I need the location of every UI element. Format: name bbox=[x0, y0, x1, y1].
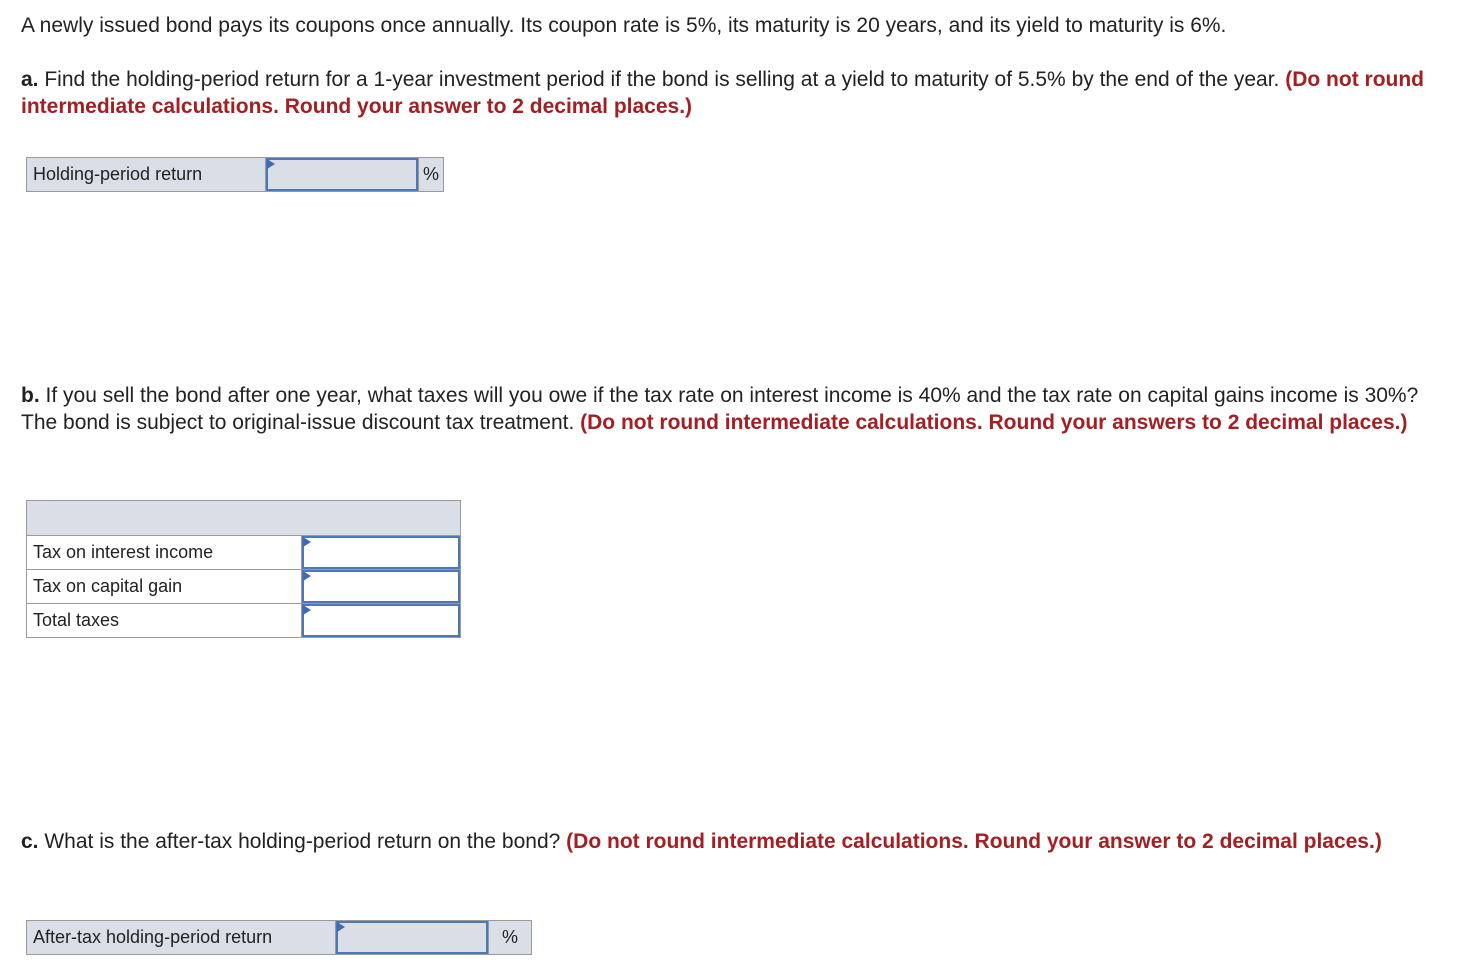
part-a-letter: a. bbox=[21, 68, 39, 91]
part-b-letter: b. bbox=[21, 384, 40, 407]
total-taxes-row: Total taxes bbox=[26, 603, 461, 638]
holding-period-return-input[interactable] bbox=[266, 158, 418, 191]
tax-capital-gain-label: Tax on capital gain bbox=[26, 569, 302, 604]
input-flag-icon bbox=[303, 537, 311, 547]
part-a-answer-table: Holding-period return % bbox=[26, 157, 444, 192]
holding-period-return-row: Holding-period return % bbox=[26, 157, 444, 192]
part-b-instruction: (Do not round intermediate calculations.… bbox=[580, 411, 1408, 434]
part-c-question: c. What is the after-tax holding-period … bbox=[21, 828, 1441, 855]
input-flag-icon bbox=[303, 605, 311, 615]
input-flag-icon bbox=[267, 159, 275, 169]
after-tax-return-input[interactable] bbox=[336, 921, 488, 954]
part-b-question: b. If you sell the bond after one year, … bbox=[21, 382, 1441, 436]
part-c-answer-table: After-tax holding-period return % bbox=[26, 920, 532, 955]
input-flag-icon bbox=[303, 571, 311, 581]
holding-period-return-cell bbox=[265, 157, 419, 192]
tax-interest-cell bbox=[301, 535, 461, 570]
tax-interest-label: Tax on interest income bbox=[26, 535, 302, 570]
part-c-letter: c. bbox=[21, 830, 39, 853]
tax-interest-row: Tax on interest income bbox=[26, 535, 461, 570]
part-a-question: a. Find the holding-period return for a … bbox=[21, 66, 1441, 120]
part-c-instruction: (Do not round intermediate calculations.… bbox=[566, 830, 1382, 853]
part-b-answer-table: Tax on interest income Tax on capital ga… bbox=[26, 500, 461, 638]
problem-intro: A newly issued bond pays its coupons onc… bbox=[21, 14, 1227, 37]
total-taxes-input[interactable] bbox=[302, 604, 460, 637]
after-tax-return-row: After-tax holding-period return % bbox=[26, 920, 532, 955]
percent-unit: % bbox=[488, 920, 532, 955]
total-taxes-cell bbox=[301, 603, 461, 638]
holding-period-return-label: Holding-period return bbox=[26, 157, 266, 192]
part-c-text: What is the after-tax holding-period ret… bbox=[38, 830, 567, 853]
after-tax-return-label: After-tax holding-period return bbox=[26, 920, 336, 955]
part-a-text: Find the holding-period return for a 1-y… bbox=[38, 68, 1286, 91]
percent-unit: % bbox=[418, 157, 444, 192]
tax-capital-gain-input[interactable] bbox=[302, 570, 460, 603]
tax-capital-gain-cell bbox=[301, 569, 461, 604]
tax-capital-gain-row: Tax on capital gain bbox=[26, 569, 461, 604]
part-b-header bbox=[26, 500, 461, 536]
tax-interest-input[interactable] bbox=[302, 536, 460, 569]
after-tax-return-cell bbox=[335, 920, 489, 955]
part-b-header-row bbox=[26, 500, 461, 536]
input-flag-icon bbox=[337, 922, 345, 932]
total-taxes-label: Total taxes bbox=[26, 603, 302, 638]
